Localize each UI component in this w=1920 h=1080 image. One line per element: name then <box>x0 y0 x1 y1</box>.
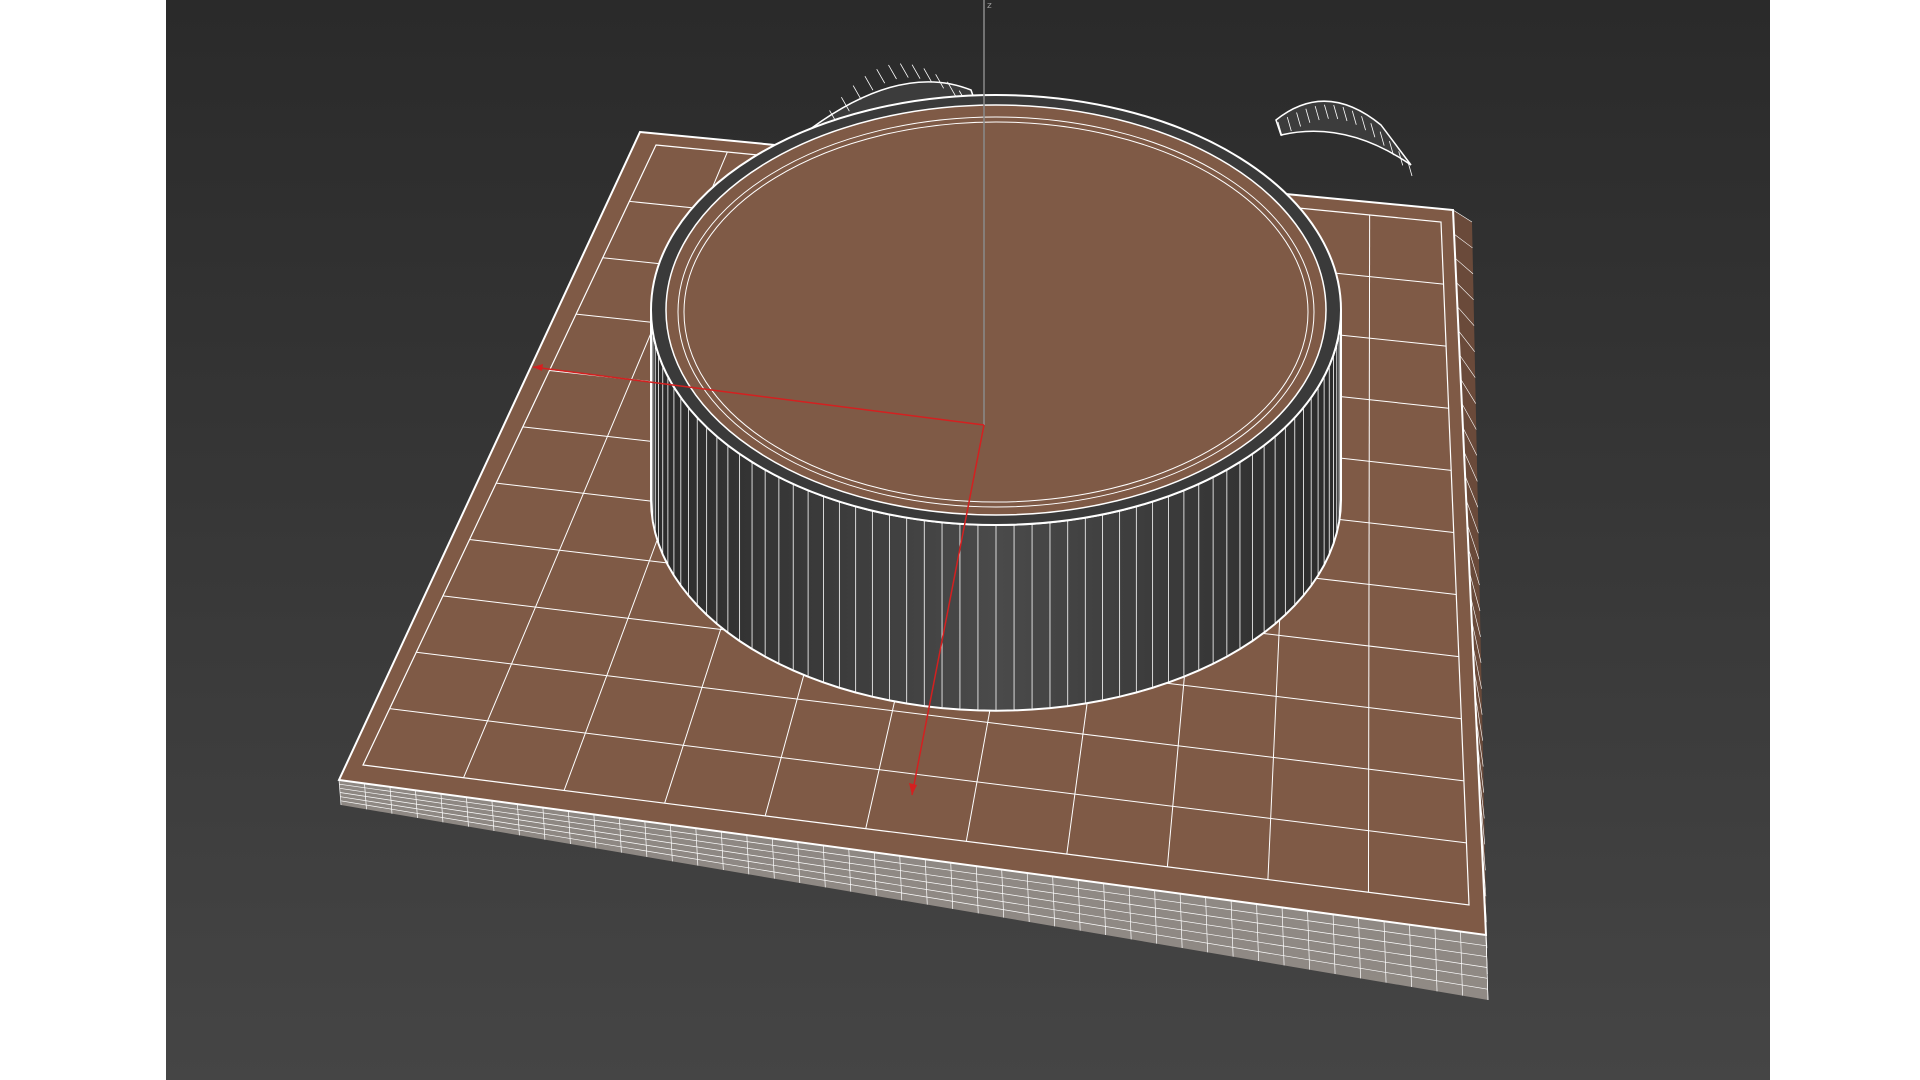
3d-viewport[interactable]: z <box>166 0 1770 1080</box>
bowl-mesh[interactable] <box>650 94 1342 712</box>
gizmo-z-label: z <box>987 1 992 11</box>
bowl-inner-floor <box>683 121 1309 503</box>
